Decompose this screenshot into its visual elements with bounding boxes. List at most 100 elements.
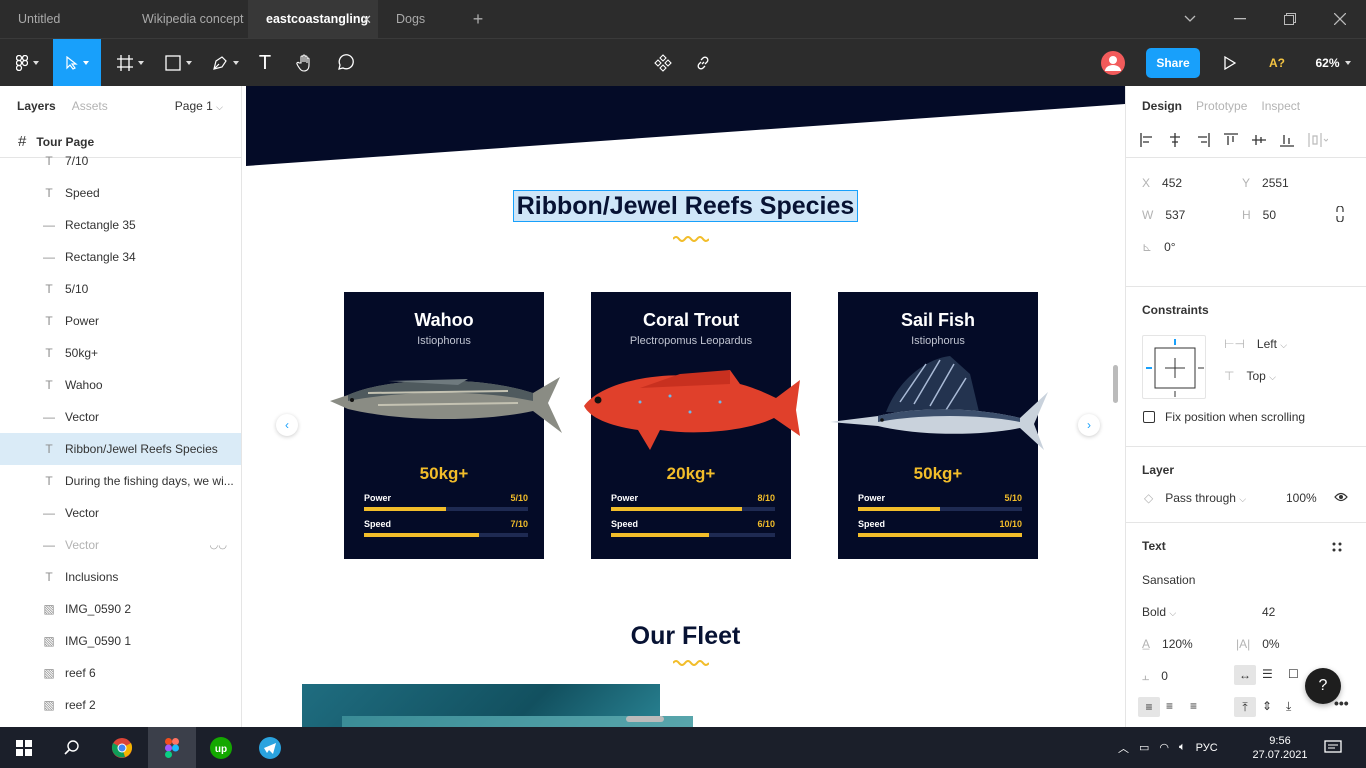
wifi-icon[interactable]: ◠ bbox=[1159, 741, 1169, 754]
layer-row[interactable]: ▧ reef 2 bbox=[0, 689, 241, 721]
tab-wikipedia-concept[interactable]: Wikipedia concept bbox=[124, 0, 248, 38]
eye-icon[interactable] bbox=[1334, 491, 1348, 505]
text-align-right-icon[interactable]: ≡ bbox=[1190, 699, 1197, 713]
horizontal-constraint-dropdown[interactable]: ⊢⊣ Left ⌵ bbox=[1224, 337, 1287, 351]
align-top-icon[interactable] bbox=[1224, 133, 1238, 150]
align-bottom-icon[interactable] bbox=[1280, 133, 1294, 150]
line-height-field[interactable]: A̲ 120% bbox=[1142, 637, 1193, 651]
carousel-next-button[interactable]: › bbox=[1078, 414, 1100, 436]
align-top-text-icon[interactable]: ⤒ bbox=[1234, 697, 1256, 717]
link-icon[interactable] bbox=[688, 39, 718, 87]
hand-tool-icon[interactable] bbox=[290, 39, 320, 87]
tab-design[interactable]: Design bbox=[1142, 99, 1182, 113]
layer-row[interactable]: — Vector bbox=[0, 497, 241, 529]
tab-eastcoastangling[interactable]: eastcoastangling ✕ bbox=[248, 0, 378, 38]
tab-dogs[interactable]: Dogs bbox=[378, 0, 458, 38]
layer-row[interactable]: ▧ IMG_0590 2 bbox=[0, 593, 241, 625]
new-tab-plus-icon[interactable]: + bbox=[458, 0, 498, 38]
distribute-icon[interactable] bbox=[1308, 133, 1329, 150]
auto-width-icon[interactable]: ↔ bbox=[1234, 665, 1256, 685]
close-tab-icon[interactable]: ✕ bbox=[361, 12, 372, 28]
horizontal-scrollbar[interactable] bbox=[626, 716, 664, 722]
align-horizontal-center-icon[interactable] bbox=[1168, 133, 1182, 150]
tab-layers[interactable]: Layers bbox=[17, 99, 56, 113]
volume-icon[interactable]: 🔈︎ bbox=[1179, 741, 1186, 754]
minimize-icon[interactable] bbox=[1215, 0, 1265, 38]
align-right-icon[interactable] bbox=[1196, 133, 1210, 150]
layer-row[interactable]: ▧ IMG_0590 1 bbox=[0, 625, 241, 657]
share-button[interactable]: Share bbox=[1146, 48, 1200, 78]
layer-row[interactable]: — Rectangle 34 bbox=[0, 241, 241, 273]
present-play-icon[interactable] bbox=[1218, 39, 1242, 87]
align-left-icon[interactable] bbox=[1140, 133, 1154, 150]
upwork-icon[interactable]: up bbox=[197, 727, 245, 768]
rectangle-tool-icon[interactable] bbox=[158, 39, 198, 87]
blend-mode-dropdown[interactable]: ◇ Pass through ⌵ bbox=[1144, 491, 1246, 505]
layer-row[interactable]: T 5/10 bbox=[0, 273, 241, 305]
vertical-scrollbar[interactable] bbox=[1113, 365, 1118, 403]
layer-row[interactable]: T During the fishing days, we wi... bbox=[0, 465, 241, 497]
rotation-field[interactable]: ⊾ 0° bbox=[1142, 240, 1176, 254]
telegram-icon[interactable] bbox=[246, 727, 294, 768]
align-bottom-text-icon[interactable]: ⤓ bbox=[1286, 699, 1291, 714]
frame-tool-icon[interactable] bbox=[110, 39, 150, 87]
layer-row[interactable]: T Wahoo bbox=[0, 369, 241, 401]
font-family-dropdown[interactable]: Sansation bbox=[1142, 573, 1195, 587]
help-button[interactable]: ? bbox=[1305, 668, 1341, 704]
fix-position-checkbox[interactable] bbox=[1143, 411, 1155, 423]
layer-row[interactable]: T Power bbox=[0, 305, 241, 337]
tab-prototype[interactable]: Prototype bbox=[1196, 99, 1247, 113]
hidden-eye-icon[interactable]: ◡◡ bbox=[210, 540, 227, 551]
layer-row[interactable]: — Vector bbox=[0, 401, 241, 433]
move-tool-icon[interactable] bbox=[53, 39, 101, 87]
auto-height-icon[interactable]: ☰ bbox=[1262, 667, 1273, 681]
chevron-down-icon[interactable] bbox=[1165, 0, 1215, 38]
layer-row[interactable]: T Speed bbox=[0, 177, 241, 209]
main-menu-icon[interactable] bbox=[6, 39, 48, 87]
layer-row-selected[interactable]: T Ribbon/Jewel Reefs Species bbox=[0, 433, 241, 465]
figma-icon[interactable] bbox=[148, 727, 196, 768]
tab-untitled[interactable]: Untitled bbox=[0, 0, 124, 38]
vertical-constraint-dropdown[interactable]: ⊤ Top ⌵ bbox=[1224, 369, 1276, 383]
x-field[interactable]: X 452 bbox=[1142, 176, 1182, 190]
width-field[interactable]: W 537 bbox=[1142, 208, 1185, 222]
text-styles-icon[interactable] bbox=[1332, 541, 1342, 555]
section-title[interactable]: Ribbon/Jewel Reefs Species bbox=[246, 190, 1125, 222]
chevron-up-icon[interactable]: ︿ bbox=[1118, 740, 1129, 756]
text-align-center-icon[interactable]: ≡ bbox=[1166, 699, 1173, 713]
align-middle-text-icon[interactable]: ⇕ bbox=[1262, 699, 1272, 713]
restore-icon[interactable] bbox=[1265, 0, 1315, 38]
notifications-icon[interactable] bbox=[1324, 727, 1342, 768]
zoom-dropdown[interactable]: 62% bbox=[1308, 39, 1358, 87]
letter-spacing-field[interactable]: |A| 0% bbox=[1236, 637, 1280, 651]
font-weight-dropdown[interactable]: Bold ⌵ bbox=[1142, 605, 1176, 619]
constraint-widget[interactable] bbox=[1142, 335, 1206, 399]
layer-row[interactable]: ▧ reef 6 bbox=[0, 657, 241, 689]
language-indicator[interactable]: РУС bbox=[1196, 742, 1218, 754]
close-window-icon[interactable] bbox=[1315, 0, 1365, 38]
avatar[interactable] bbox=[1100, 39, 1126, 87]
fixed-size-icon[interactable]: ☐ bbox=[1288, 667, 1299, 681]
y-field[interactable]: Y 2551 bbox=[1242, 176, 1289, 190]
text-tool-icon[interactable]: T bbox=[252, 39, 278, 87]
opacity-field[interactable]: 100% bbox=[1286, 491, 1317, 505]
constrain-proportions-icon[interactable] bbox=[1336, 205, 1344, 225]
pen-tool-icon[interactable] bbox=[205, 39, 245, 87]
layer-row[interactable]: T Inclusions bbox=[0, 561, 241, 593]
page-selector[interactable]: Page 1 ⌵ bbox=[175, 99, 223, 113]
layer-row-hidden[interactable]: — Vector ◡◡ bbox=[0, 529, 241, 561]
paragraph-spacing-field[interactable]: ⫠ 0 bbox=[1142, 669, 1168, 684]
design-canvas[interactable]: Ribbon/Jewel Reefs Species ‹ › Wahoo Ist… bbox=[246, 86, 1125, 727]
tab-assets[interactable]: Assets bbox=[72, 99, 108, 113]
fleet-title[interactable]: Our Fleet bbox=[246, 622, 1125, 651]
windows-start-icon[interactable] bbox=[0, 727, 48, 768]
text-align-left-icon[interactable]: ≡ bbox=[1138, 697, 1160, 717]
assist-button[interactable]: A? bbox=[1262, 39, 1292, 87]
layer-row[interactable]: T 50kg+ bbox=[0, 337, 241, 369]
comment-tool-icon[interactable] bbox=[330, 39, 360, 87]
font-size-field[interactable]: 42 bbox=[1262, 605, 1275, 619]
layer-row[interactable]: — Rectangle 35 bbox=[0, 209, 241, 241]
battery-icon[interactable]: ▭ bbox=[1139, 741, 1149, 754]
clock[interactable]: 9:56 27.07.2021 bbox=[1252, 727, 1308, 768]
height-field[interactable]: H 50 bbox=[1242, 208, 1276, 222]
